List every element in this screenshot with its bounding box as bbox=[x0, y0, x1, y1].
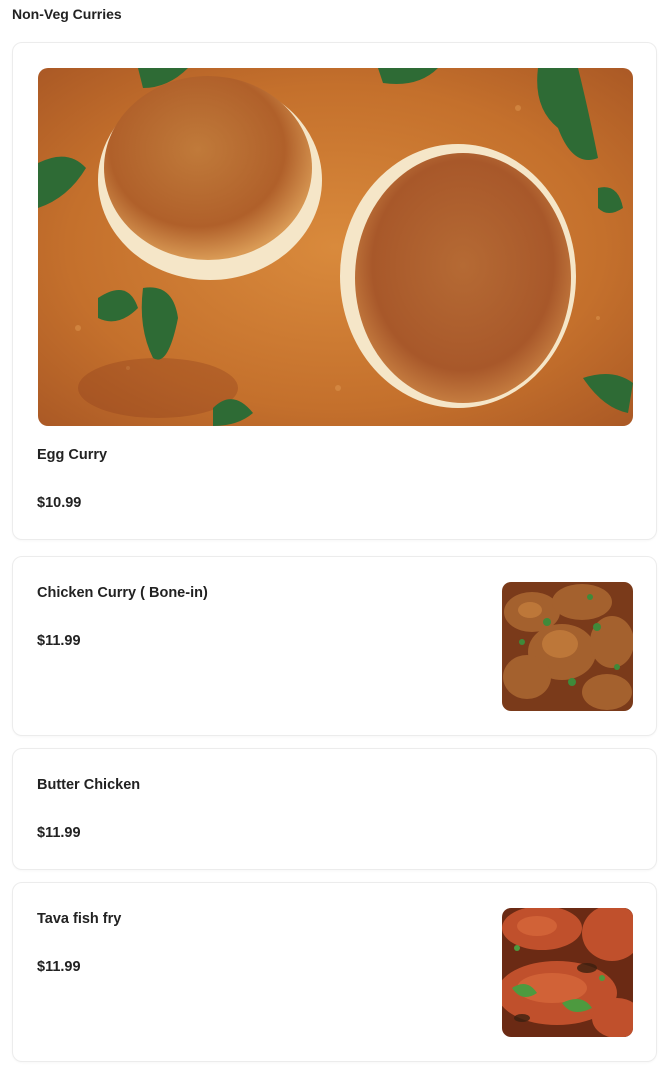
item-price: $11.99 bbox=[37, 959, 81, 975]
section-title: Non-Veg Curries bbox=[12, 6, 122, 22]
item-price: $10.99 bbox=[37, 495, 82, 511]
menu-item-card[interactable]: Chicken Curry ( Bone-in) $11.99 bbox=[12, 556, 657, 736]
item-price: $11.99 bbox=[37, 633, 81, 649]
chicken-curry-image[interactable] bbox=[502, 582, 633, 711]
egg-curry-image[interactable] bbox=[38, 68, 633, 426]
item-name: Chicken Curry ( Bone-in) bbox=[37, 585, 208, 601]
tava-fish-fry-image[interactable] bbox=[502, 908, 633, 1037]
item-name: Egg Curry bbox=[37, 447, 108, 463]
menu-item-card[interactable]: Egg Curry $10.99 bbox=[12, 42, 657, 540]
item-price: $11.99 bbox=[37, 825, 81, 841]
item-name: Tava fish fry bbox=[37, 911, 122, 927]
menu-item-card[interactable]: Butter Chicken $11.99 bbox=[12, 748, 657, 870]
item-name: Butter Chicken bbox=[37, 777, 141, 793]
menu-item-card[interactable]: Tava fish fry $11.99 bbox=[12, 882, 657, 1062]
